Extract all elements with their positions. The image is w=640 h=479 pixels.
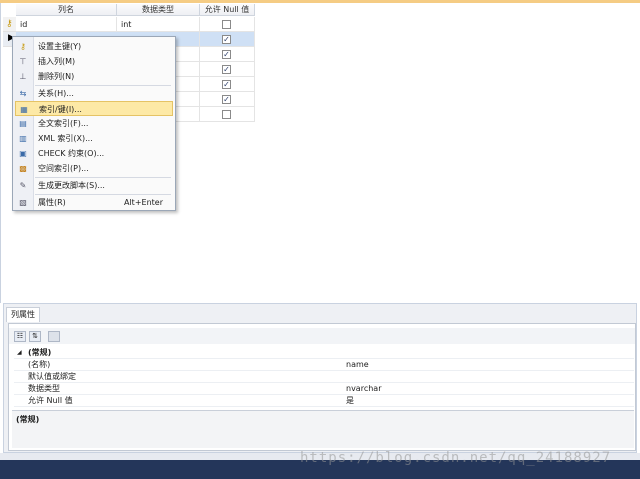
column-header-data-type[interactable]: 数据类型 [117,4,200,16]
property-row[interactable]: 数据类型 nvarchar [14,383,634,395]
spatial-index-icon: ▩ [19,164,27,173]
context-menu: ⚷ 设置主键(Y) ⊤ 插入列(M) ⊥ 删除列(N) ⇆ 关系(H)... ▦… [12,36,176,211]
allow-null-cell [200,17,255,32]
menu-item-label: XML 索引(X)... [38,134,93,143]
allow-null-checkbox[interactable]: ✓ [222,80,231,89]
relationship-icon: ⇆ [19,89,27,98]
property-value: name [346,360,369,369]
menu-item-insert-column[interactable]: ⊤ 插入列(M) [15,54,173,69]
property-key: 允许 Null 值 [28,396,73,405]
property-pages-icon[interactable] [48,331,60,342]
menu-item-label: 删除列(N) [38,72,75,81]
menu-item-relationships[interactable]: ⇆ 关系(H)... [15,86,173,101]
menu-item-generate-change-script[interactable]: ✎ 生成更改脚本(S)... [15,178,173,193]
delete-column-icon: ⊥ [19,72,27,81]
menu-item-delete-column[interactable]: ⊥ 删除列(N) [15,69,173,84]
column-header-allow-null[interactable]: 允许 Null 值 [200,4,255,16]
menu-item-label: 空间索引(P)... [38,164,89,173]
fulltext-index-icon: ▤ [19,119,27,128]
property-row[interactable]: (名称) name [14,359,634,371]
primary-key-icon: ⚷ [6,19,13,29]
property-toolbar [9,328,635,344]
allow-null-cell: ✓ [200,32,255,47]
column-name-cell[interactable]: id [16,17,117,32]
watermark-text: https://blog.csdn.net/qq_24188927 [300,450,612,466]
menu-item-label: 全文索引(F)... [38,119,89,128]
row-header[interactable]: ⚷ [3,17,16,32]
menu-item-label: 生成更改脚本(S)... [38,181,105,190]
allow-null-checkbox[interactable]: ✓ [222,50,231,59]
property-row[interactable]: 允许 Null 值 是 [14,395,634,407]
menu-item-check-constraint[interactable]: ▣ CHECK 约束(O)... [15,146,173,161]
data-type-cell[interactable]: int [117,17,200,32]
tab-column-properties[interactable]: 列属性 [6,307,40,322]
properties-icon: ▧ [19,198,27,207]
insert-column-icon: ⊤ [19,57,27,66]
menu-item-label: 属性(R) [38,198,66,207]
categorized-view-icon[interactable]: ☷ [14,331,26,342]
property-row[interactable]: 默认值或绑定 [14,371,634,383]
allow-null-checkbox[interactable] [222,20,231,29]
xml-index-icon: ▥ [19,134,27,143]
allow-null-cell: ✓ [200,77,255,92]
menu-item-label: 关系(H)... [38,89,74,98]
allow-null-cell [200,107,255,122]
menu-item-shortcut: Alt+Enter [123,198,163,207]
property-section-label: (常规) [28,348,52,357]
menu-item-label: CHECK 约束(O)... [38,149,105,158]
menu-item-spatial-index[interactable]: ▩ 空间索引(P)... [15,161,173,176]
allow-null-cell: ✓ [200,62,255,77]
allow-null-checkbox[interactable]: ✓ [222,65,231,74]
menu-item-label: 插入列(M) [38,57,76,66]
property-key: 默认值或绑定 [28,372,76,381]
allow-null-cell: ✓ [200,47,255,62]
menu-item-set-primary-key[interactable]: ⚷ 设置主键(Y) [15,39,173,54]
generate-script-icon: ✎ [19,181,27,190]
collapse-arrow-icon[interactable]: ◢ [17,347,22,359]
menu-item-label: 设置主键(Y) [38,42,82,51]
property-key: (名称) [28,360,51,369]
property-value: nvarchar [346,384,382,393]
allow-null-checkbox[interactable] [222,110,231,119]
description-title: (常规) [16,415,40,424]
allow-null-checkbox[interactable]: ✓ [222,95,231,104]
key-icon: ⚷ [20,42,26,51]
property-key: 数据类型 [28,384,60,393]
column-header-name[interactable]: 列名 [16,4,117,16]
menu-item-xml-index[interactable]: ▥ XML 索引(X)... [15,131,173,146]
allow-null-checkbox[interactable]: ✓ [222,35,231,44]
menu-item-indexes-keys[interactable]: ▦ 索引/键(I)... [15,101,173,116]
menu-item-label: 索引/键(I)... [39,105,82,114]
alphabetical-sort-icon[interactable]: ⇅ [29,331,41,342]
menu-item-fulltext-index[interactable]: ▤ 全文索引(F)... [15,116,173,131]
menu-item-properties[interactable]: ▧ 属性(R) Alt+Enter [15,195,173,210]
property-value: 是 [346,396,354,405]
property-description-pane: (常规) [12,410,634,448]
index-key-icon: ▦ [20,105,28,114]
allow-null-cell: ✓ [200,92,255,107]
property-section-row[interactable]: ◢ (常规) [14,347,634,359]
check-constraint-icon: ▣ [19,149,27,158]
